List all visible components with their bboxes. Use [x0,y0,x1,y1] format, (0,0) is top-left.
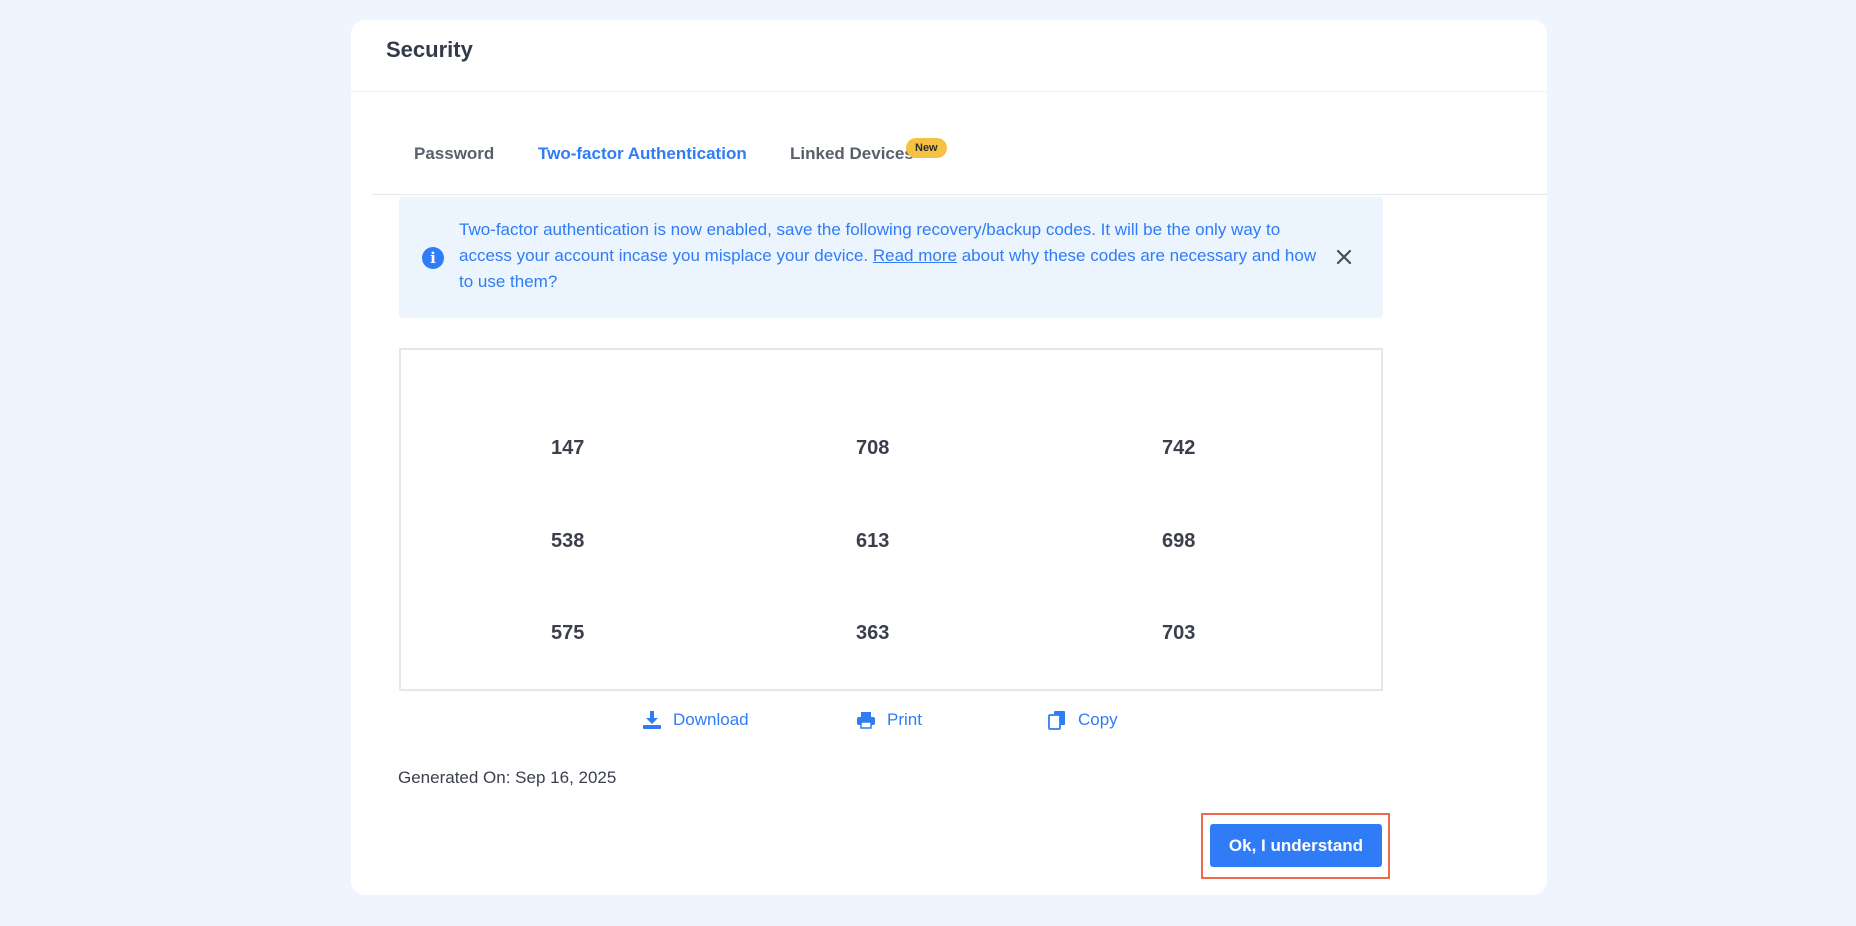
recovery-code: 363 [856,622,890,644]
recovery-code: 698 [1162,530,1196,552]
generated-on-date: Generated On: Sep 16, 2025 [398,768,617,787]
download-button[interactable]: Download [642,710,749,730]
ok-i-understand-button[interactable]: Ok, I understand [1210,824,1382,867]
highlighted-confirm-area: Ok, I understand [1201,813,1390,879]
tab-two-factor-authentication[interactable]: Two-factor Authentication [538,144,747,164]
new-badge: New [906,138,947,158]
alert-message: Two-factor authentication is now enabled… [459,217,1319,295]
info-icon: i [422,247,444,269]
close-icon[interactable] [1329,242,1359,272]
tab-linked-devices[interactable]: Linked Devices [790,144,914,164]
copy-button[interactable]: Copy [1047,710,1118,730]
print-label: Print [887,710,922,729]
download-icon [643,711,661,729]
code-actions: Download Print Copy [351,710,1547,740]
recovery-code: 575 [551,622,585,644]
security-tabs: Password Two-factor Authentication Linke… [372,92,1547,195]
page-title: Security [386,37,473,62]
recovery-code: 708 [856,437,890,459]
security-card: Security Password Two-factor Authenticat… [351,20,1547,895]
recovery-code: 538 [551,530,585,552]
recovery-codes-grid: 147 708 742 538 613 698 575 363 703 [399,348,1383,691]
tab-password[interactable]: Password [414,144,494,164]
recovery-code: 613 [856,530,890,552]
recovery-code: 742 [1162,437,1196,459]
download-label: Download [673,710,749,729]
recovery-code: 703 [1162,622,1196,644]
recovery-code: 147 [551,437,585,459]
copy-label: Copy [1078,710,1118,729]
read-more-link[interactable]: Read more [873,246,957,265]
print-button[interactable]: Print [856,710,922,730]
recovery-codes-alert: i Two-factor authentication is now enabl… [399,197,1383,318]
copy-icon [1048,711,1065,730]
printer-icon [857,712,875,729]
